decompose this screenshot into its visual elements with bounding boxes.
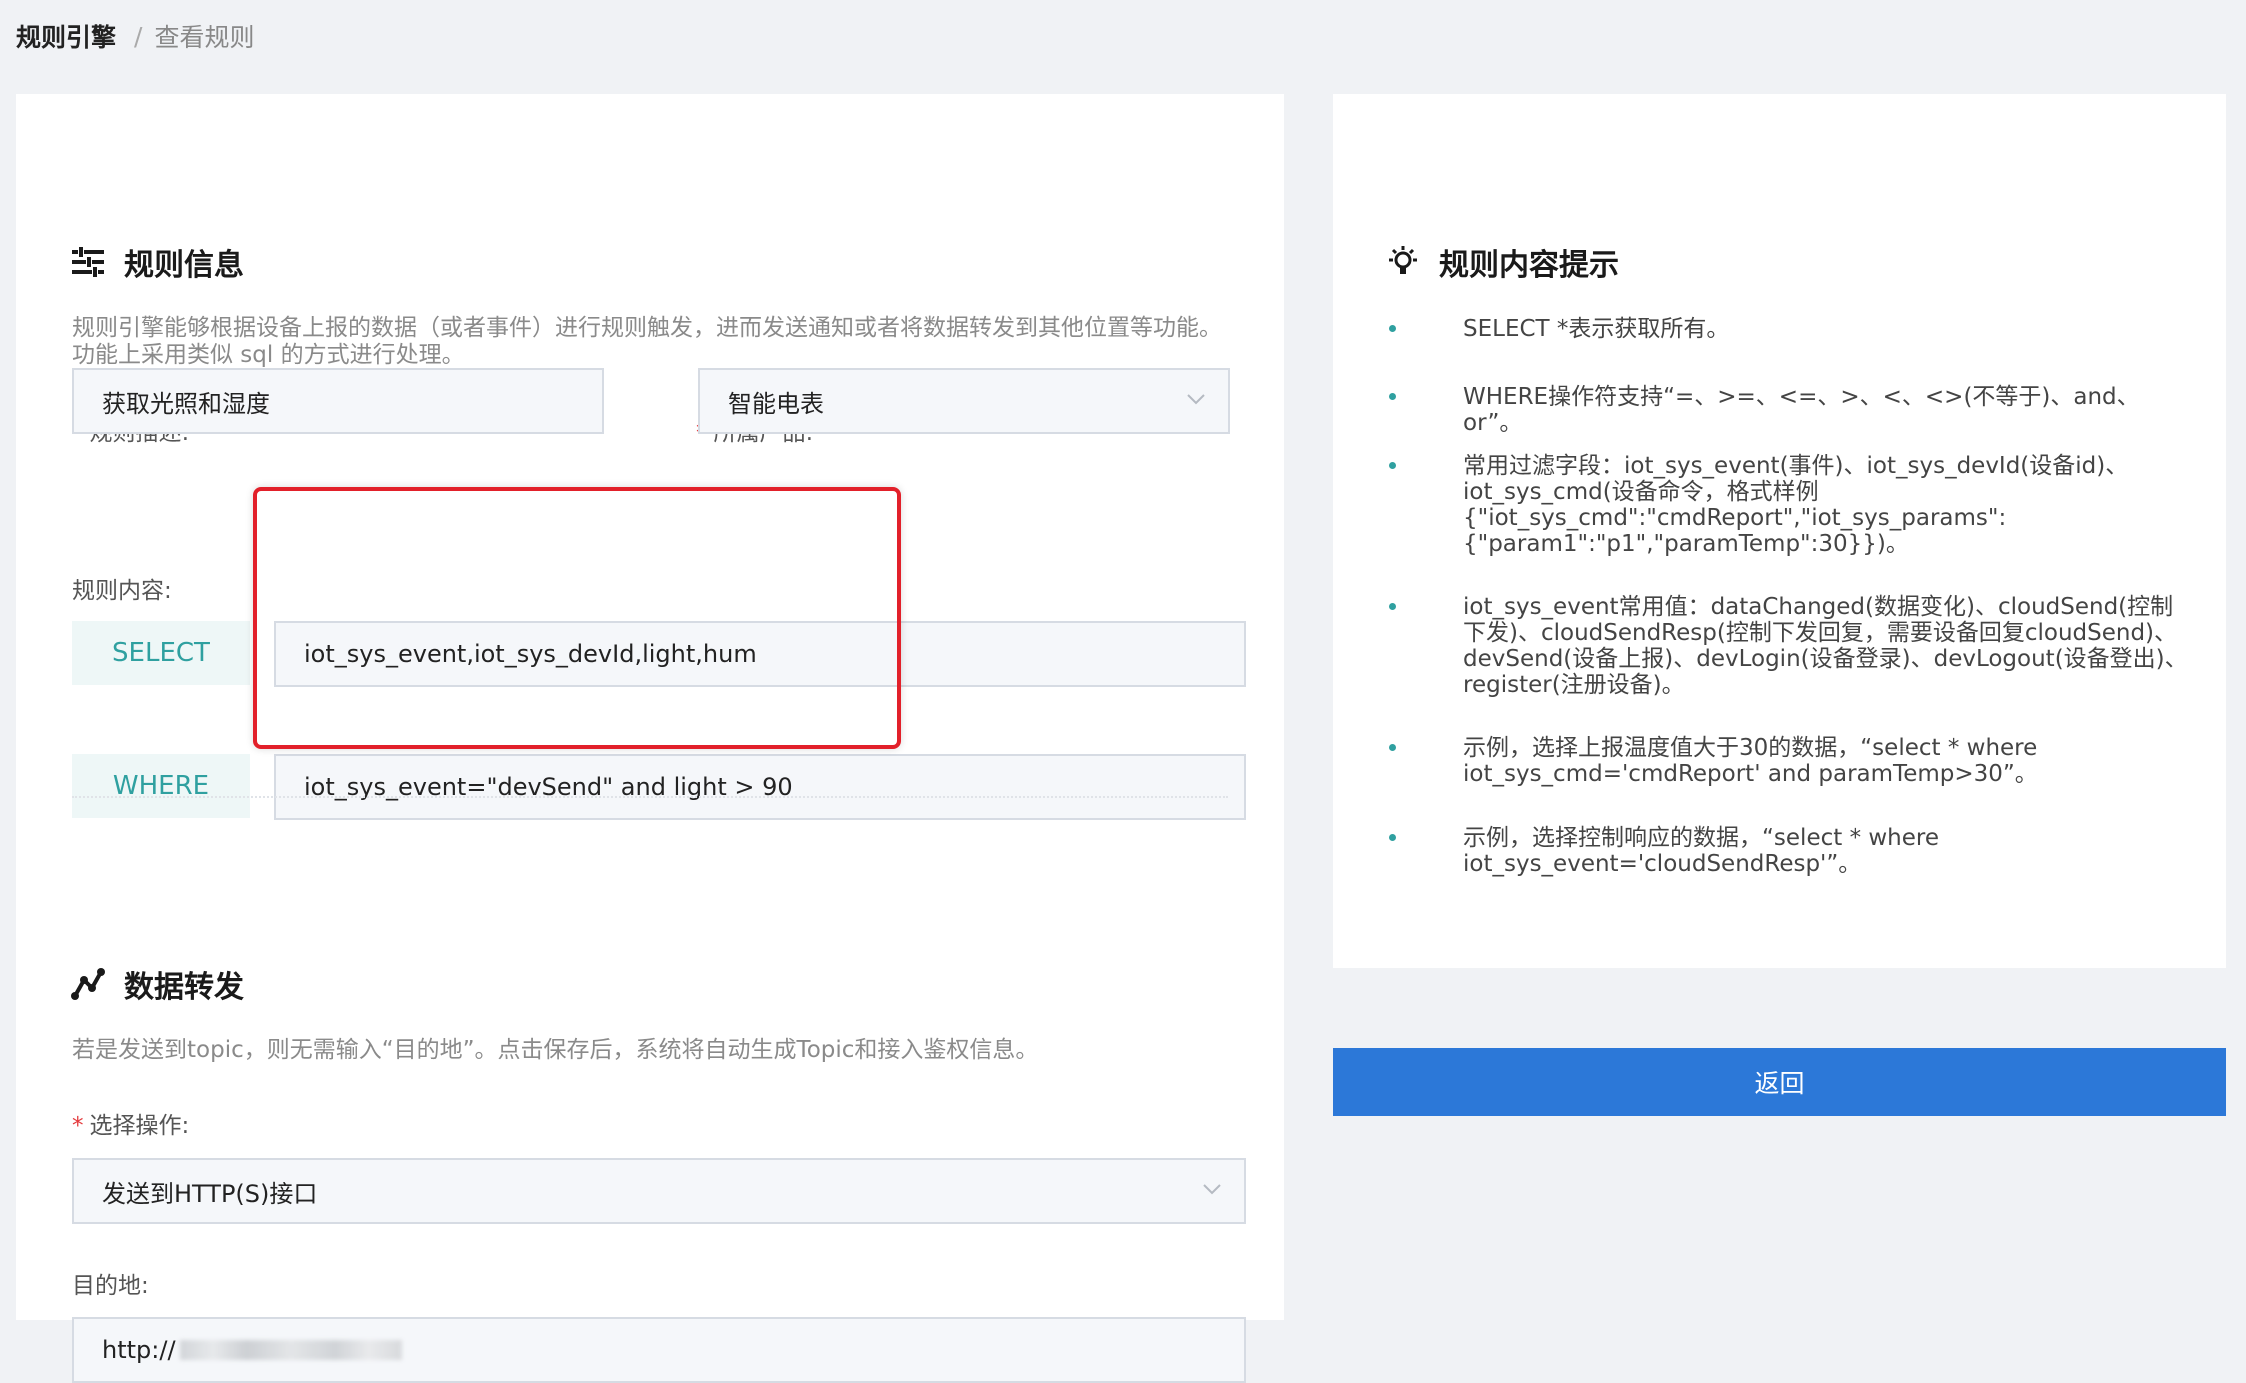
highlight-box xyxy=(253,487,901,749)
bullet-icon xyxy=(1389,325,1396,332)
hint-item: SELECT *表示获取所有。 xyxy=(1389,316,2189,342)
chevron-down-icon xyxy=(1203,1184,1221,1195)
settings-sliders-icon xyxy=(70,244,106,280)
rule-content-label: 规则内容: xyxy=(72,578,172,604)
hint-item: 示例，选择上报温度值大于30的数据，“select * where iot_sy… xyxy=(1389,735,2189,787)
hints-card: 规则内容提示 SELECT *表示获取所有。 WHERE操作符支持“=、>=、<… xyxy=(1333,94,2226,968)
destination-input[interactable]: http:// xyxy=(72,1317,1246,1383)
bullet-icon xyxy=(1389,834,1396,841)
required-mark: * xyxy=(72,1113,84,1139)
breadcrumb-separator: / xyxy=(134,21,143,51)
lightbulb-icon xyxy=(1385,244,1421,280)
rule-desc-input[interactable]: 获取光照和湿度 xyxy=(72,368,604,434)
hint-item: iot_sys_event常用值：dataChanged(数据变化)、cloud… xyxy=(1389,594,2189,698)
where-tag: WHERE xyxy=(72,754,250,818)
breadcrumb: 规则引擎 / 查看规则 xyxy=(16,16,254,56)
hints-title: 规则内容提示 xyxy=(1439,248,1619,283)
rule-info-section-title: 规则信息 xyxy=(70,240,244,284)
hint-item: 常用过滤字段：iot_sys_event(事件)、iot_sys_devId(设… xyxy=(1389,453,2189,557)
section-divider xyxy=(72,796,1228,798)
operation-value: 发送到HTTP(S)接口 xyxy=(102,1179,318,1208)
breadcrumb-current: 查看规则 xyxy=(154,23,255,52)
rule-info-description: 规则引擎能够根据设备上报的数据（或者事件）进行规则触发，进而发送通知或者将数据转… xyxy=(72,315,1222,368)
breadcrumb-root[interactable]: 规则引擎 xyxy=(16,18,116,54)
rule-desc-value: 获取光照和湿度 xyxy=(102,389,270,418)
operation-select[interactable]: 发送到HTTP(S)接口 xyxy=(72,1158,1246,1224)
chevron-down-icon xyxy=(1187,394,1205,405)
hint-item: WHERE操作符支持“=、>=、<=、>、<、<>(不等于)、and、or”。 xyxy=(1389,384,2189,436)
destination-label: 目的地: xyxy=(72,1273,149,1299)
hints-section-title: 规则内容提示 xyxy=(1385,240,1619,284)
select-tag: SELECT xyxy=(72,621,250,685)
data-flow-icon xyxy=(70,966,106,1002)
product-select[interactable]: 智能电表 xyxy=(698,368,1230,434)
forward-description: 若是发送到topic，则无需输入“目的地”。点击保存后，系统将自动生成Topic… xyxy=(72,1037,1039,1063)
rule-form-card: 规则信息 规则引擎能够根据设备上报的数据（或者事件）进行规则触发，进而发送通知或… xyxy=(16,94,1284,1383)
forward-section-title: 数据转发 xyxy=(70,962,244,1006)
rule-info-title: 规则信息 xyxy=(124,248,244,283)
return-button[interactable]: 返回 xyxy=(1333,1048,2226,1116)
operation-label: * 选择操作: xyxy=(72,1113,190,1139)
hint-item: 示例，选择控制响应的数据，“select * where iot_sys_eve… xyxy=(1389,825,2189,877)
bullet-icon xyxy=(1389,393,1396,400)
redacted-url xyxy=(179,1340,402,1360)
bullet-icon xyxy=(1389,603,1396,610)
bullet-icon xyxy=(1389,744,1396,751)
where-clause-input[interactable]: iot_sys_event="devSend" and light > 90 xyxy=(274,754,1246,820)
bullet-icon xyxy=(1389,462,1396,469)
destination-value: http:// xyxy=(102,1336,176,1364)
forward-title: 数据转发 xyxy=(124,970,244,1005)
product-value: 智能电表 xyxy=(728,389,824,418)
